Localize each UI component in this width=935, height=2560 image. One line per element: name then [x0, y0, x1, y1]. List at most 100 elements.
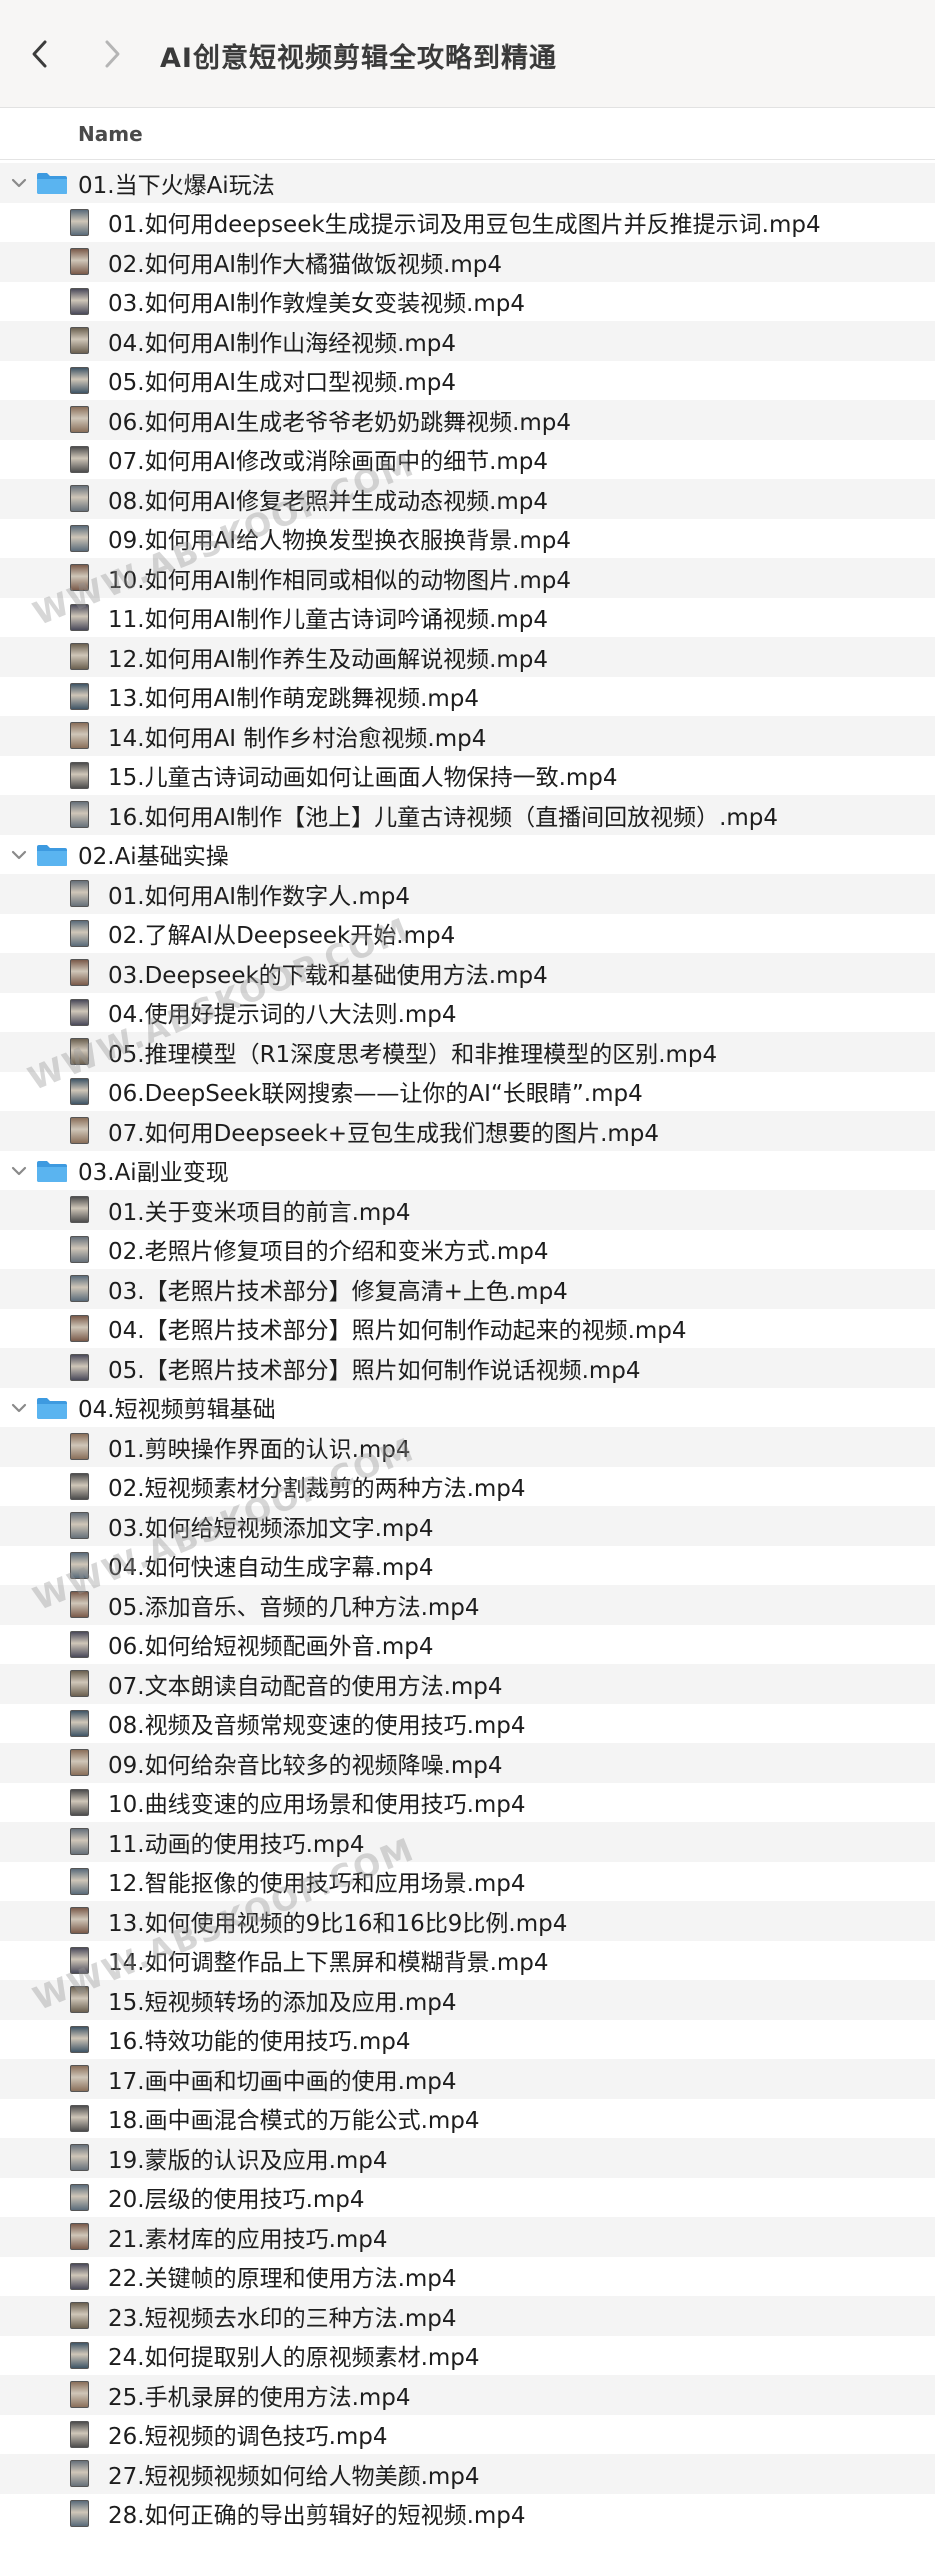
file-row[interactable]: 03.如何用AI制作敦煌美女变装视频.mp4	[0, 282, 935, 322]
file-row[interactable]: 04.如何用AI制作山海经视频.mp4	[0, 321, 935, 361]
file-row[interactable]: 03.【老照片技术部分】修复高清+上色.mp4	[0, 1269, 935, 1309]
file-row[interactable]: 03.如何给短视频添加文字.mp4	[0, 1506, 935, 1546]
file-row[interactable]: 10.曲线变速的应用场景和使用技巧.mp4	[0, 1783, 935, 1823]
file-row[interactable]: 10.如何用AI制作相同或相似的动物图片.mp4	[0, 558, 935, 598]
file-row[interactable]: 11.如何用AI制作儿童古诗词吟诵视频.mp4	[0, 598, 935, 638]
folder-row[interactable]: 04.短视频剪辑基础	[0, 1388, 935, 1428]
name-column-header[interactable]: Name	[78, 122, 143, 146]
file-name: 27.短视频视频如何给人物美颜.mp4	[108, 2463, 480, 2490]
file-name: 13.如何使用视频的9比16和16比9比例.mp4	[108, 1910, 568, 1937]
chevron-down-icon[interactable]	[10, 1399, 28, 1417]
file-row[interactable]: 08.如何用AI修复老照并生成动态视频.mp4	[0, 479, 935, 519]
file-row[interactable]: 06.DeepSeek联网搜索——让你的AI“长眼睛”.mp4	[0, 1072, 935, 1112]
file-row[interactable]: 14.如何用AI 制作乡村治愈视频.mp4	[0, 716, 935, 756]
file-row[interactable]: 01.如何用deepseek生成提示词及用豆包生成图片并反推提示词.mp4	[0, 203, 935, 243]
folder-name: 04.短视频剪辑基础	[78, 1397, 276, 1424]
file-row[interactable]: 06.如何用AI生成老爷爷老奶奶跳舞视频.mp4	[0, 400, 935, 440]
file-row[interactable]: 12.智能抠像的使用技巧和应用场景.mp4	[0, 1862, 935, 1902]
file-name: 14.如何用AI 制作乡村治愈视频.mp4	[108, 725, 487, 752]
column-header: Name	[0, 108, 935, 160]
file-row[interactable]: 22.关键帧的原理和使用方法.mp4	[0, 2257, 935, 2297]
folder-row[interactable]: 01.当下火爆Ai玩法	[0, 163, 935, 203]
file-row[interactable]: 05.如何用AI生成对口型视频.mp4	[0, 361, 935, 401]
video-thumbnail-icon	[70, 2420, 89, 2448]
file-row[interactable]: 21.素材库的应用技巧.mp4	[0, 2217, 935, 2257]
file-name: 16.特效功能的使用技巧.mp4	[108, 2029, 411, 2056]
file-row[interactable]: 17.画中画和切画中画的使用.mp4	[0, 2059, 935, 2099]
file-row[interactable]: 16.特效功能的使用技巧.mp4	[0, 2020, 935, 2060]
chevron-down-icon[interactable]	[10, 1162, 28, 1180]
file-row[interactable]: 26.短视频的调色技巧.mp4	[0, 2415, 935, 2455]
file-row[interactable]: 02.了解AI从Deepseek开始.mp4	[0, 914, 935, 954]
video-thumbnail-icon	[70, 2381, 89, 2408]
video-thumbnail-icon	[70, 998, 89, 1026]
file-row[interactable]: 04.如何快速自动生成字幕.mp4	[0, 1546, 935, 1586]
folder-row[interactable]: 02.Ai基础实操	[0, 835, 935, 875]
video-thumbnail-icon	[70, 1630, 89, 1658]
file-row[interactable]: 05.添加音乐、音频的几种方法.mp4	[0, 1585, 935, 1625]
folder-icon	[37, 844, 67, 866]
file-row[interactable]: 01.剪映操作界面的认识.mp4	[0, 1427, 935, 1467]
back-button[interactable]	[20, 34, 60, 74]
file-row[interactable]: 20.层级的使用技巧.mp4	[0, 2178, 935, 2218]
video-thumbnail-icon	[70, 327, 89, 354]
file-row[interactable]: 18.画中画混合模式的万能公式.mp4	[0, 2099, 935, 2139]
file-row[interactable]: 15.儿童古诗词动画如何让画面人物保持一致.mp4	[0, 756, 935, 796]
video-thumbnail-icon	[70, 1314, 89, 1342]
file-row[interactable]: 05.【老照片技术部分】照片如何制作说话视频.mp4	[0, 1348, 935, 1388]
file-name: 02.了解AI从Deepseek开始.mp4	[108, 923, 456, 950]
file-name: 03.【老照片技术部分】修复高清+上色.mp4	[108, 1278, 568, 1305]
file-row[interactable]: 05.推理模型（R1深度思考模型）和非推理模型的区别.mp4	[0, 1032, 935, 1072]
chevron-down-icon[interactable]	[10, 846, 28, 864]
video-thumbnail-icon	[70, 445, 89, 473]
file-row[interactable]: 25.手机录屏的使用方法.mp4	[0, 2375, 935, 2415]
file-row[interactable]: 04.使用好提示词的八大法则.mp4	[0, 993, 935, 1033]
file-row[interactable]: 02.短视频素材分割裁剪的两种方法.mp4	[0, 1467, 935, 1507]
file-row[interactable]: 01.关于变米项目的前言.mp4	[0, 1190, 935, 1230]
file-row[interactable]: 12.如何用AI制作养生及动画解说视频.mp4	[0, 637, 935, 677]
file-row[interactable]: 11.动画的使用技巧.mp4	[0, 1822, 935, 1862]
file-row[interactable]: 07.文本朗读自动配音的使用方法.mp4	[0, 1664, 935, 1704]
file-row[interactable]: 14.如何调整作品上下黑屏和模糊背景.mp4	[0, 1941, 935, 1981]
folder-icon	[37, 1160, 67, 1182]
file-row[interactable]: 06.如何给短视频配画外音.mp4	[0, 1625, 935, 1665]
file-row[interactable]: 08.视频及音频常规变速的使用技巧.mp4	[0, 1704, 935, 1744]
video-thumbnail-icon	[70, 1828, 89, 1855]
video-thumbnail-icon	[70, 1275, 89, 1302]
file-row[interactable]: 09.如何用AI给人物换发型换衣服换背景.mp4	[0, 519, 935, 559]
file-row[interactable]: 24.如何提取别人的原视频素材.mp4	[0, 2336, 935, 2376]
file-row[interactable]: 13.如何用AI制作萌宠跳舞视频.mp4	[0, 677, 935, 717]
file-name: 12.如何用AI制作养生及动画解说视频.mp4	[108, 646, 549, 673]
file-row[interactable]: 19.蒙版的认识及应用.mp4	[0, 2138, 935, 2178]
file-row[interactable]: 27.短视频视频如何给人物美颜.mp4	[0, 2454, 935, 2494]
file-row[interactable]: 09.如何给杂音比较多的视频降噪.mp4	[0, 1743, 935, 1783]
file-name: 02.老照片修复项目的介绍和变米方式.mp4	[108, 1239, 549, 1266]
file-row[interactable]: 07.如何用AI修改或消除画面中的细节.mp4	[0, 440, 935, 480]
file-row[interactable]: 02.如何用AI制作大橘猫做饭视频.mp4	[0, 242, 935, 282]
file-name: 04.如何用AI制作山海经视频.mp4	[108, 330, 457, 357]
file-name: 16.如何用AI制作【池上】儿童古诗视频（直播间回放视频）.mp4	[108, 804, 779, 831]
file-row[interactable]: 28.如何正确的导出剪辑好的短视频.mp4	[0, 2494, 935, 2534]
forward-button[interactable]	[92, 34, 132, 74]
file-name: 04.使用好提示词的八大法则.mp4	[108, 1002, 457, 1029]
video-thumbnail-icon	[70, 2223, 89, 2250]
video-thumbnail-icon	[70, 2065, 89, 2092]
file-row[interactable]: 07.如何用Deepseek+豆包生成我们想要的图片.mp4	[0, 1111, 935, 1151]
file-row[interactable]: 23.短视频去水印的三种方法.mp4	[0, 2296, 935, 2336]
file-name: 01.如何用AI制作数字人.mp4	[108, 883, 411, 910]
file-row[interactable]: 16.如何用AI制作【池上】儿童古诗视频（直播间回放视频）.mp4	[0, 795, 935, 835]
file-row[interactable]: 02.老照片修复项目的介绍和变米方式.mp4	[0, 1230, 935, 1270]
file-row[interactable]: 03.Deepseek的下载和基础使用方法.mp4	[0, 953, 935, 993]
file-row[interactable]: 01.如何用AI制作数字人.mp4	[0, 874, 935, 914]
file-name: 18.画中画混合模式的万能公式.mp4	[108, 2108, 480, 2135]
video-thumbnail-icon	[70, 643, 89, 670]
folder-row[interactable]: 03.Ai副业变现	[0, 1151, 935, 1191]
file-name: 04.如何快速自动生成字幕.mp4	[108, 1555, 434, 1582]
file-row[interactable]: 04.【老照片技术部分】照片如何制作动起来的视频.mp4	[0, 1309, 935, 1349]
file-name: 12.智能抠像的使用技巧和应用场景.mp4	[108, 1871, 526, 1898]
file-name: 24.如何提取别人的原视频素材.mp4	[108, 2345, 480, 2372]
file-row[interactable]: 15.短视频转场的添加及应用.mp4	[0, 1980, 935, 2020]
file-row[interactable]: 13.如何使用视频的9比16和16比9比例.mp4	[0, 1901, 935, 1941]
chevron-down-icon[interactable]	[10, 174, 28, 192]
file-name: 28.如何正确的导出剪辑好的短视频.mp4	[108, 2503, 526, 2530]
